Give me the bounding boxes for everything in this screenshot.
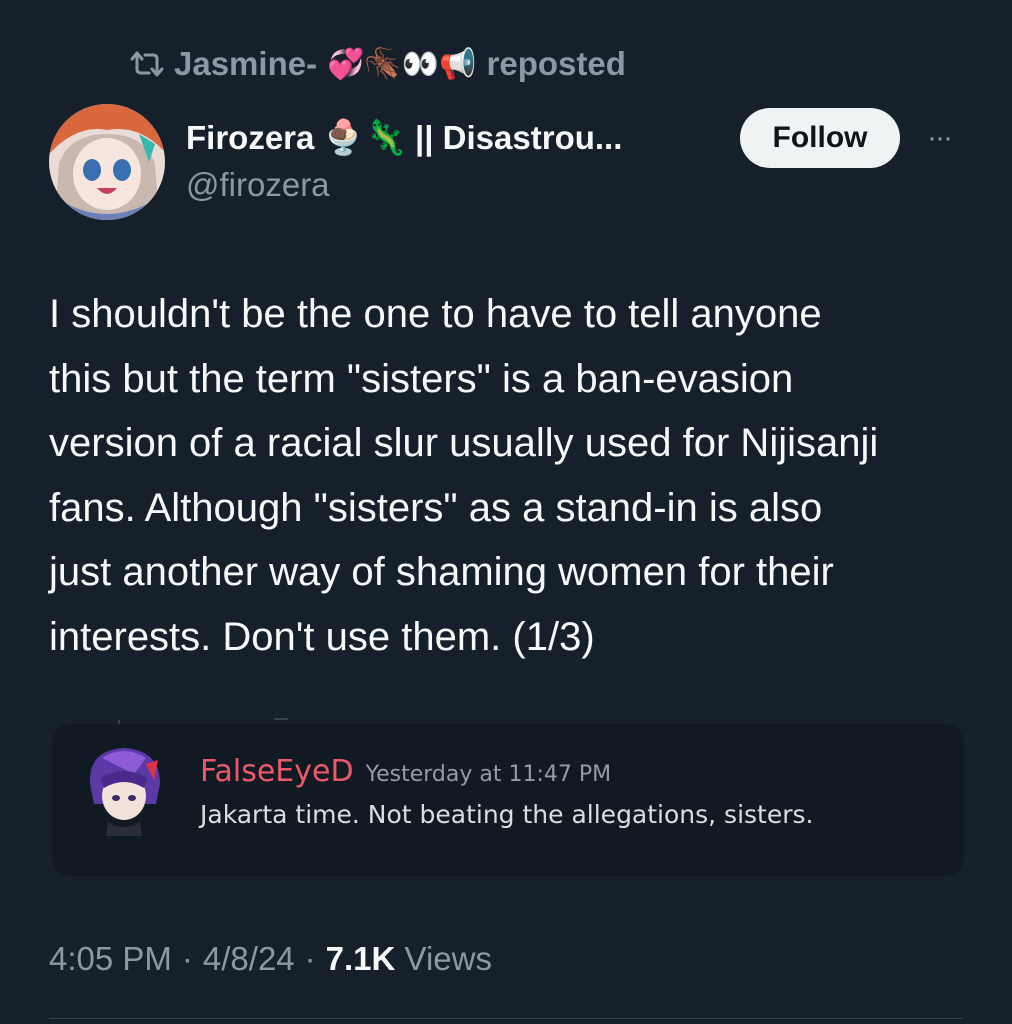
author-display-name[interactable]: Firozera — [186, 119, 314, 157]
author-handle[interactable]: @firozera — [186, 166, 330, 204]
author-avatar[interactable] — [49, 104, 165, 220]
tweet-text-line: this but the term "sisters" is a ban-eva… — [49, 356, 794, 401]
author-name-emojis: 🍨🦎 — [322, 119, 408, 157]
repost-label: reposted — [486, 45, 626, 82]
author-name-row[interactable]: Firozera 🍨🦎 || Disastrou... — [186, 114, 622, 162]
reposter-name[interactable]: Jasmine- — [174, 45, 317, 83]
tweet-text-line: just another way of shaming women for th… — [49, 550, 834, 594]
meta-separator: · — [304, 940, 316, 977]
embed-user-row: FalseEyeD Yesterday at 11:47 PM — [200, 754, 611, 789]
reposter-name-emojis: 💞🪳👀📢 — [327, 47, 477, 81]
tweet-time[interactable]: 4:05 PM — [49, 940, 172, 978]
embed-username: FalseEyeD — [200, 754, 354, 789]
embed-timestamp: Yesterday at 11:47 PM — [365, 762, 612, 787]
divider — [49, 1018, 963, 1019]
embed-message: Jakarta time. Not beating the allegation… — [200, 800, 814, 829]
embed-user-avatar — [84, 744, 166, 836]
tweet-text-line: version of a racial slur usually used fo… — [49, 421, 879, 465]
tweet-body: I shouldn't be the one to have to tell a… — [49, 282, 979, 669]
author-name-suffix: || Disastrou... — [415, 119, 623, 156]
tweet-text-line: interests. Don't use them. (1/3) — [49, 614, 595, 659]
divider-mark — [274, 718, 288, 720]
tweet-page: Jasmine- 💞🪳👀📢 reposted Firozera 🍨🦎 || Di… — [0, 0, 1012, 1024]
repost-indicator[interactable]: Jasmine- 💞🪳👀📢 reposted — [130, 42, 626, 86]
follow-button[interactable]: Follow — [740, 108, 900, 168]
views-label: Views — [404, 940, 492, 977]
tweet-date[interactable]: 4/8/24 — [203, 940, 295, 978]
views-count[interactable]: 7.1K — [326, 940, 396, 977]
tweet-text-line: I shouldn't be the one to have to tell a… — [49, 292, 822, 336]
tweet-meta: 4:05 PM · 4/8/24 · 7.1K Views — [49, 940, 492, 978]
more-options-icon[interactable]: ··· — [919, 120, 959, 156]
tweet-text-line: fans. Although "sisters" as a stand-in i… — [49, 485, 823, 530]
repost-icon — [130, 49, 164, 79]
meta-separator: · — [181, 940, 193, 977]
